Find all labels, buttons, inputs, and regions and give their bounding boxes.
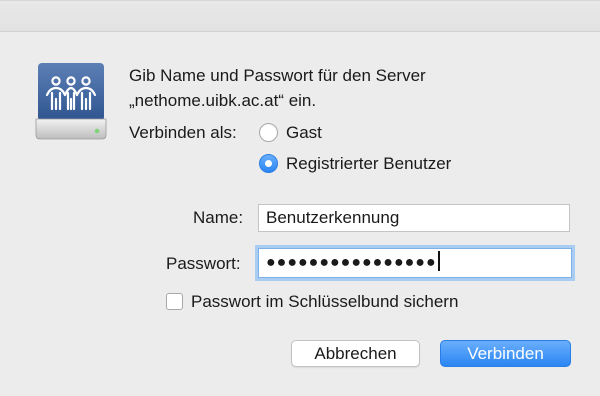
radio-guest-label[interactable]: Gast [286, 122, 322, 144]
text-caret [437, 251, 440, 271]
keychain-checkbox[interactable] [166, 293, 183, 310]
message-line-1: Gib Name und Passwort für den Server [129, 66, 426, 85]
server-login-dialog: Gib Name und Passwort für den Server „ne… [0, 0, 600, 396]
connect-button[interactable]: Verbinden [440, 340, 571, 367]
keychain-checkbox-label[interactable]: Passwort im Schlüsselbund sichern [191, 291, 458, 313]
password-field[interactable]: ●●●●●●●●●●●●●●●● [258, 248, 572, 278]
message-line-2: „nethome.uibk.ac.at“ ein. [129, 91, 317, 110]
cancel-button[interactable]: Abbrechen [291, 340, 420, 367]
connect-as-label: Verbinden als: [129, 123, 237, 142]
password-field-value: ●●●●●●●●●●●●●●●● [266, 254, 437, 271]
name-label: Name: [193, 208, 244, 227]
radio-guest[interactable] [259, 123, 278, 142]
radio-registered-user[interactable] [259, 154, 278, 173]
name-field[interactable]: Benutzerkennung [258, 204, 570, 232]
password-label: Passwort: [166, 254, 241, 273]
window-titlebar[interactable] [0, 1, 600, 32]
network-server-icon [35, 63, 107, 140]
dialog-message: Gib Name und Passwort für den Server „ne… [129, 63, 426, 113]
name-field-value: Benutzerkennung [266, 208, 400, 227]
radio-registered-user-label[interactable]: Registrierter Benutzer [286, 153, 451, 175]
